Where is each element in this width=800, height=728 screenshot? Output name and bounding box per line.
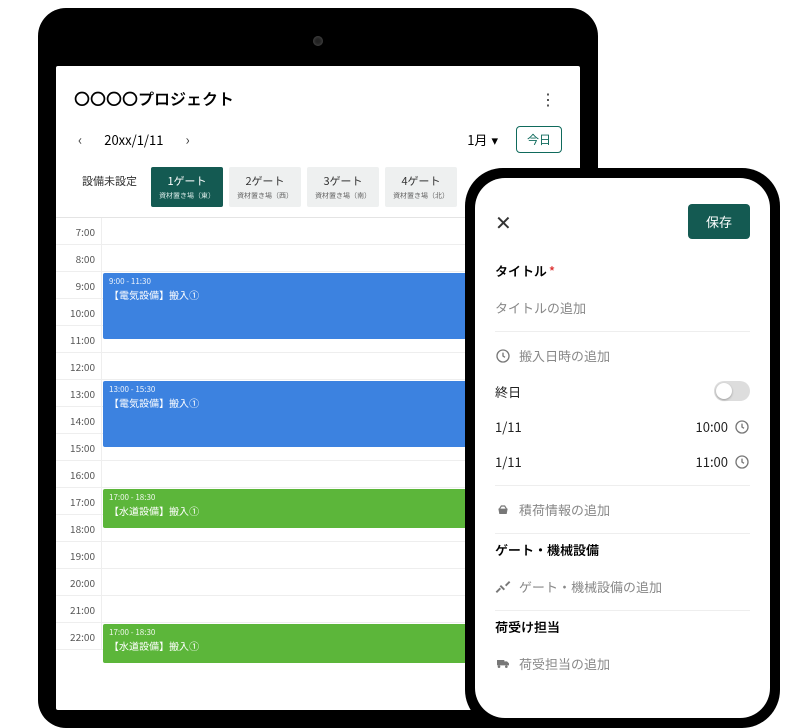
- hour-label: 9:00: [56, 272, 102, 298]
- phone-frame: ✕ 保存 タイトル* タイトルの追加 搬入日時の追加 終日 1/11 10:00: [465, 168, 780, 728]
- hour-label: 17:00: [56, 488, 102, 514]
- tablet-camera: [313, 36, 323, 46]
- month-label: 1月: [467, 130, 487, 149]
- gate-section-label: ゲート・機械設備: [495, 540, 750, 559]
- clock-icon: [495, 348, 511, 364]
- gate-tab-1[interactable]: 1ゲート 資材置き場（東）: [151, 167, 223, 207]
- receiver-section-label: 荷受け担当: [495, 617, 750, 636]
- clock-icon: [734, 419, 750, 435]
- tools-icon: [495, 579, 511, 595]
- today-button[interactable]: 今日: [516, 126, 562, 153]
- start-time: 10:00: [696, 417, 728, 436]
- allday-toggle[interactable]: [714, 381, 750, 401]
- divider: [495, 331, 750, 332]
- gate-unset-tab[interactable]: 設備未設定: [74, 167, 145, 207]
- end-datetime-row[interactable]: 1/11 11:00: [495, 444, 750, 479]
- divider: [495, 485, 750, 486]
- required-mark: *: [549, 263, 555, 280]
- chevron-down-icon: ▾: [491, 130, 498, 149]
- save-button[interactable]: 保存: [688, 204, 750, 239]
- title-input[interactable]: タイトルの追加: [495, 290, 750, 325]
- hour-label: 11:00: [56, 326, 102, 352]
- hour-label: 21:00: [56, 596, 102, 622]
- basket-icon: [495, 502, 511, 518]
- current-date: 20xx/1/11: [104, 130, 163, 149]
- hour-label: 8:00: [56, 245, 102, 271]
- month-dropdown[interactable]: 1月 ▾: [467, 130, 498, 149]
- hour-label: 15:00: [56, 434, 102, 460]
- overflow-menu-icon[interactable]: ⋮: [534, 82, 562, 114]
- next-day-button[interactable]: ›: [181, 128, 193, 152]
- close-icon[interactable]: ✕: [495, 207, 512, 236]
- date-nav-bar: ‹ 20xx/1/11 › 1月 ▾ 今日: [56, 126, 580, 167]
- clock-icon: [734, 454, 750, 470]
- phone-screen: ✕ 保存 タイトル* タイトルの追加 搬入日時の追加 終日 1/11 10:00: [475, 178, 770, 718]
- hour-label: 12:00: [56, 353, 102, 379]
- allday-toggle-row: 終日: [495, 373, 750, 409]
- divider: [495, 533, 750, 534]
- hour-label: 20:00: [56, 569, 102, 595]
- truck-icon: [495, 656, 511, 672]
- hour-label: 7:00: [56, 218, 102, 244]
- modal-header: ✕ 保存: [495, 204, 750, 239]
- add-cargo-row[interactable]: 積荷情報の追加: [495, 492, 750, 527]
- divider: [495, 610, 750, 611]
- allday-label: 終日: [495, 382, 521, 401]
- start-datetime-row[interactable]: 1/11 10:00: [495, 409, 750, 444]
- add-receiver-row[interactable]: 荷受担当の追加: [495, 646, 750, 681]
- hour-label: 10:00: [56, 299, 102, 325]
- end-time: 11:00: [696, 452, 728, 471]
- title-field-label: タイトル*: [495, 261, 750, 280]
- project-title: 〇〇〇〇プロジェクト: [74, 86, 234, 110]
- gate-tab-2[interactable]: 2ゲート 資材置き場（西）: [229, 167, 301, 207]
- hour-label: 18:00: [56, 515, 102, 541]
- title-bar: 〇〇〇〇プロジェクト ⋮: [56, 66, 580, 126]
- gate-tab-3[interactable]: 3ゲート 資材置き場（南）: [307, 167, 379, 207]
- gate-tab-4[interactable]: 4ゲート 資材置き場（北）: [385, 167, 457, 207]
- add-gate-row[interactable]: ゲート・機械設備の追加: [495, 569, 750, 604]
- prev-day-button[interactable]: ‹: [74, 128, 86, 152]
- hour-label: 13:00: [56, 380, 102, 406]
- start-date: 1/11: [495, 417, 522, 436]
- hour-label: 16:00: [56, 461, 102, 487]
- hour-label: 14:00: [56, 407, 102, 433]
- end-date: 1/11: [495, 452, 522, 471]
- hour-label: 22:00: [56, 623, 102, 649]
- add-datetime-row[interactable]: 搬入日時の追加: [495, 338, 750, 373]
- hour-label: 19:00: [56, 542, 102, 568]
